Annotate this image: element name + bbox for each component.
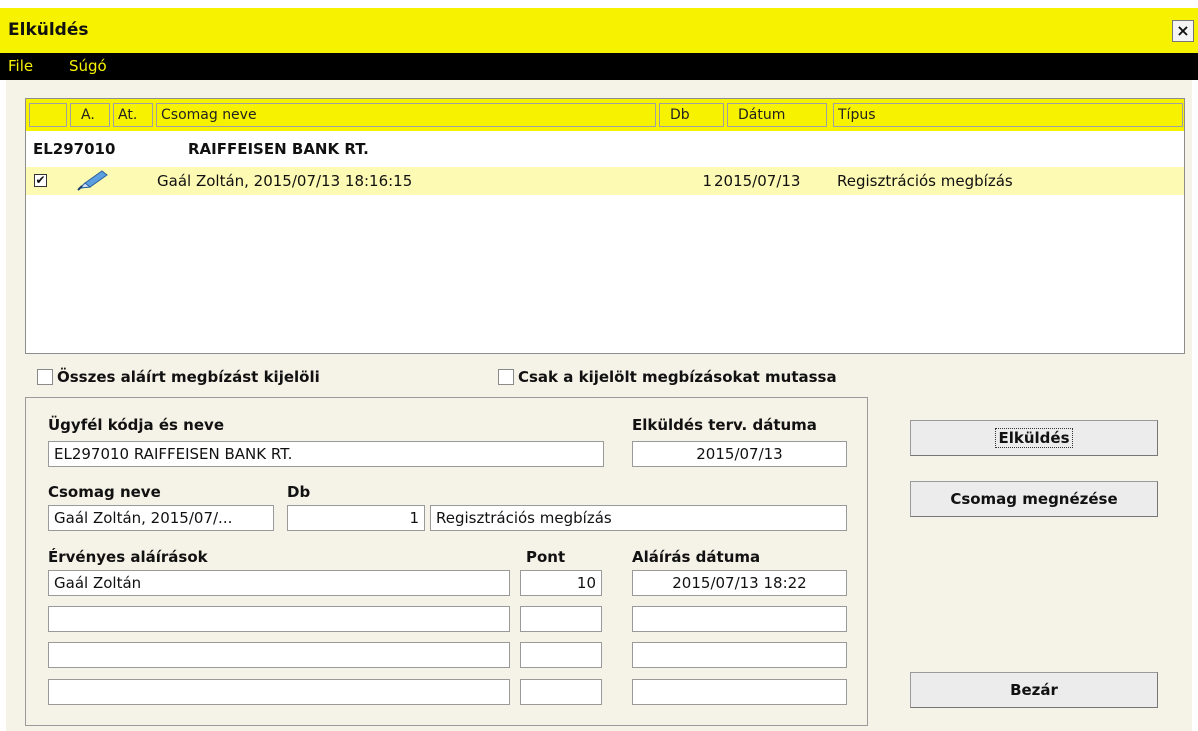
signature-name-field[interactable]: Gaál Zoltán <box>48 570 510 596</box>
signature-points-field[interactable] <box>520 606 602 632</box>
points-label: Pont <box>526 548 566 566</box>
column-header-at[interactable]: At. <box>113 103 153 127</box>
signature-points-field[interactable] <box>520 642 602 668</box>
signature-date-field[interactable] <box>632 642 847 668</box>
title-bar: Elküldés × <box>0 0 1198 53</box>
send-date-label: Elküldés terv. dátuma <box>632 416 817 434</box>
signature-points-field[interactable] <box>520 679 602 705</box>
client-field[interactable]: EL297010 RAIFFEISEN BANK RT. <box>48 441 604 467</box>
group-client-code: EL297010 <box>33 140 116 158</box>
table-group-row[interactable]: EL297010 RAIFFEISEN BANK RT. <box>26 137 1184 165</box>
type-field[interactable]: Regisztrációs megbízás <box>430 505 847 531</box>
column-header-type[interactable]: Típus <box>833 103 1183 127</box>
window-left-border <box>0 80 6 731</box>
signature-points-field[interactable]: 10 <box>520 570 602 596</box>
group-client-name: RAIFFEISEN BANK RT. <box>188 140 369 158</box>
column-header-date[interactable]: Dátum <box>727 103 827 127</box>
send-button[interactable]: Elküldés <box>910 420 1158 456</box>
signature-date-label: Aláírás dátuma <box>632 548 761 566</box>
db-field[interactable]: 1 <box>287 505 425 531</box>
window-title: Elküldés <box>8 20 89 40</box>
package-table: A. At. Csomag neve Db Dátum Típus EL2970… <box>25 98 1185 354</box>
column-header-db[interactable]: Db <box>659 103 724 127</box>
signature-date-field[interactable] <box>632 679 847 705</box>
close-button[interactable]: Bezár <box>910 672 1158 708</box>
window-right-border <box>1192 80 1198 731</box>
column-header-package-name[interactable]: Csomag neve <box>156 103 656 127</box>
send-date-field[interactable]: 2015/07/13 <box>632 441 847 467</box>
client-label: Ügyfél kódja és neve <box>48 416 224 434</box>
menu-file[interactable]: File <box>8 57 33 75</box>
valid-signatures-label: Érvényes aláírások <box>48 548 208 566</box>
row-db: 1 <box>702 172 712 190</box>
signature-name-field[interactable] <box>48 606 510 632</box>
select-all-signed-checkbox[interactable] <box>37 369 53 385</box>
package-name-field[interactable]: Gaál Zoltán, 2015/07/... <box>48 505 274 531</box>
table-row[interactable]: ✔ Gaál Zoltán, 2015/07/13 18:16:15 1 201… <box>26 167 1184 195</box>
signature-name-field[interactable] <box>48 679 510 705</box>
signature-date-field[interactable] <box>632 606 847 632</box>
signature-date-field[interactable]: 2015/07/13 18:22 <box>632 570 847 596</box>
row-checkbox[interactable]: ✔ <box>34 174 47 187</box>
menu-help[interactable]: Súgó <box>69 57 107 75</box>
view-package-button[interactable]: Csomag megnézése <box>910 481 1158 517</box>
details-panel: Ügyfél kódja és neve EL297010 RAIFFEISEN… <box>25 397 868 726</box>
column-header-a[interactable]: A. <box>70 103 110 127</box>
show-selected-only-label: Csak a kijelölt megbízásokat mutassa <box>518 368 837 386</box>
row-type: Regisztrációs megbízás <box>837 172 1013 190</box>
show-selected-only-checkbox[interactable] <box>498 369 514 385</box>
signature-pen-icon <box>77 170 108 191</box>
select-all-signed-label: Összes aláírt megbízást kijelöli <box>57 368 320 386</box>
column-header-select[interactable] <box>29 103 67 127</box>
row-date: 2015/07/13 <box>714 172 801 190</box>
close-icon[interactable]: × <box>1172 20 1194 42</box>
table-header: A. At. Csomag neve Db Dátum Típus <box>26 99 1184 131</box>
menu-bar: File Súgó <box>0 53 1198 80</box>
row-package-name: Gaál Zoltán, 2015/07/13 18:16:15 <box>157 172 413 190</box>
db-label: Db <box>287 483 311 501</box>
package-name-label: Csomag neve <box>48 483 161 501</box>
signature-name-field[interactable] <box>48 642 510 668</box>
send-button-label: Elküldés <box>995 428 1073 448</box>
